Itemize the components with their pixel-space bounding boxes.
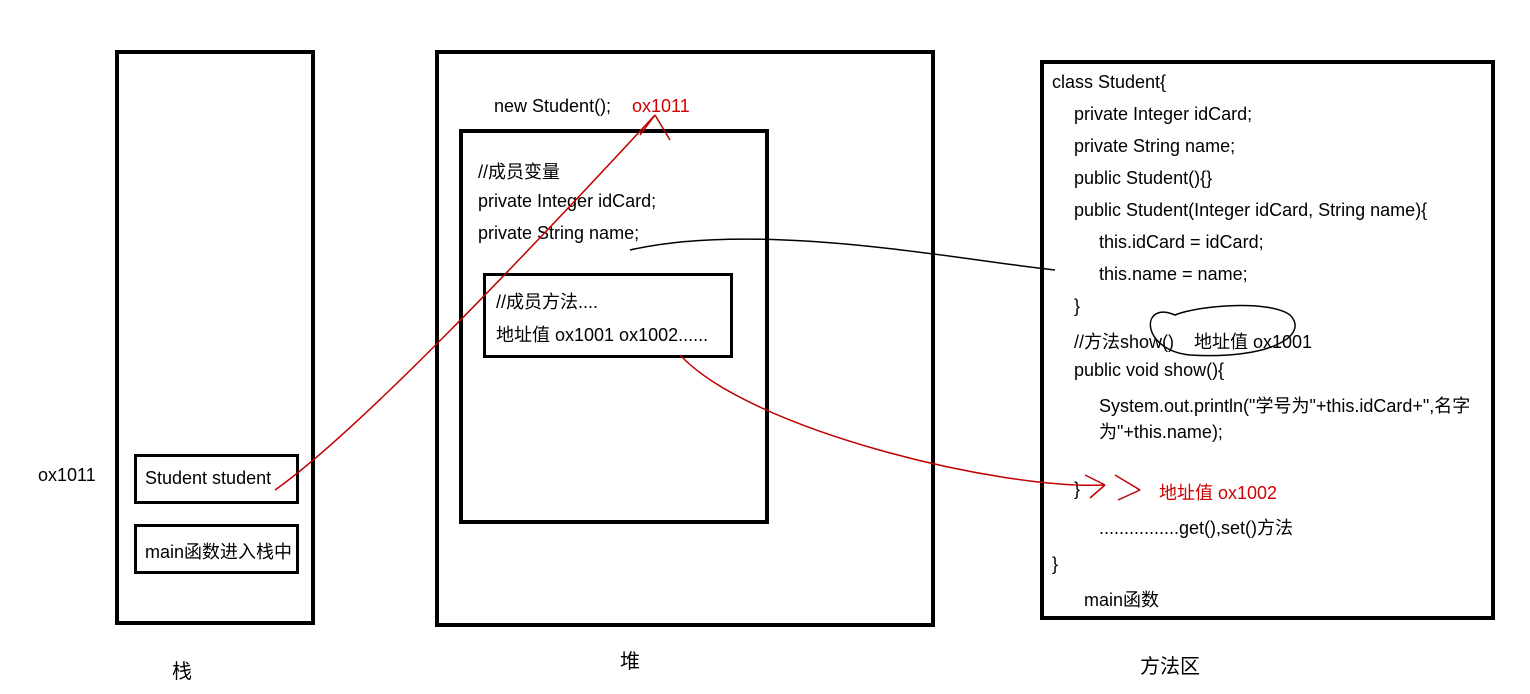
stack-box: Student student main函数进入栈中 [115,50,315,625]
heap-addr: ox1011 [632,96,690,117]
heap-addr-line: 地址值 ox1001 ox1002...... [496,321,708,347]
ma-line5: public Student(Integer idCard, String na… [1074,200,1427,221]
ma-line9: //方法show() [1074,328,1174,354]
ma-line4: public Student(){} [1074,168,1212,189]
heap-instance-box: //成员变量 private Integer idCard; private S… [459,129,769,524]
ma-addr2: 地址值 ox1002 [1159,479,1277,505]
heap-field2: private String name; [478,223,639,244]
heap-methods-box: //成员方法.... 地址值 ox1001 ox1002...... [483,273,733,358]
stack-main-frame-box: main函数进入栈中 [134,524,299,574]
ma-line10: public void show(){ [1074,360,1224,381]
stack-main-frame: main函数进入栈中 [145,538,292,564]
heap-comment-methods: //成员方法.... [496,288,598,314]
stack-student-var-box: Student student [134,454,299,504]
stack-student-var: Student student [145,468,271,489]
ma-line2: private Integer idCard; [1074,104,1252,125]
ma-line12: } [1074,479,1080,500]
ma-addr1: 地址值 ox1001 [1194,328,1312,354]
stack-label: 栈 [172,655,192,684]
heap-label: 堆 [620,645,640,674]
ma-line1: class Student{ [1052,72,1166,93]
ma-line11: System.out.println("学号为"+this.idCard+",名… [1099,392,1489,444]
ma-line6: this.idCard = idCard; [1099,232,1264,253]
heap-new-student: new Student(); [494,96,611,117]
ma-line7: this.name = name; [1099,264,1248,285]
heap-comment-fields: //成员变量 [478,158,560,184]
ma-line14: } [1052,554,1058,575]
ma-line15: main函数 [1084,586,1159,612]
stack-side-addr: ox1011 [38,465,96,486]
ma-line3: private String name; [1074,136,1235,157]
method-area-label: 方法区 [1140,650,1200,679]
heap-field1: private Integer idCard; [478,191,656,212]
ma-line8: } [1074,296,1080,317]
heap-box: new Student(); ox1011 //成员变量 private Int… [435,50,935,627]
ma-line13: ................get(),set()方法 [1099,514,1293,540]
method-area-box: class Student{ private Integer idCard; p… [1040,60,1495,620]
